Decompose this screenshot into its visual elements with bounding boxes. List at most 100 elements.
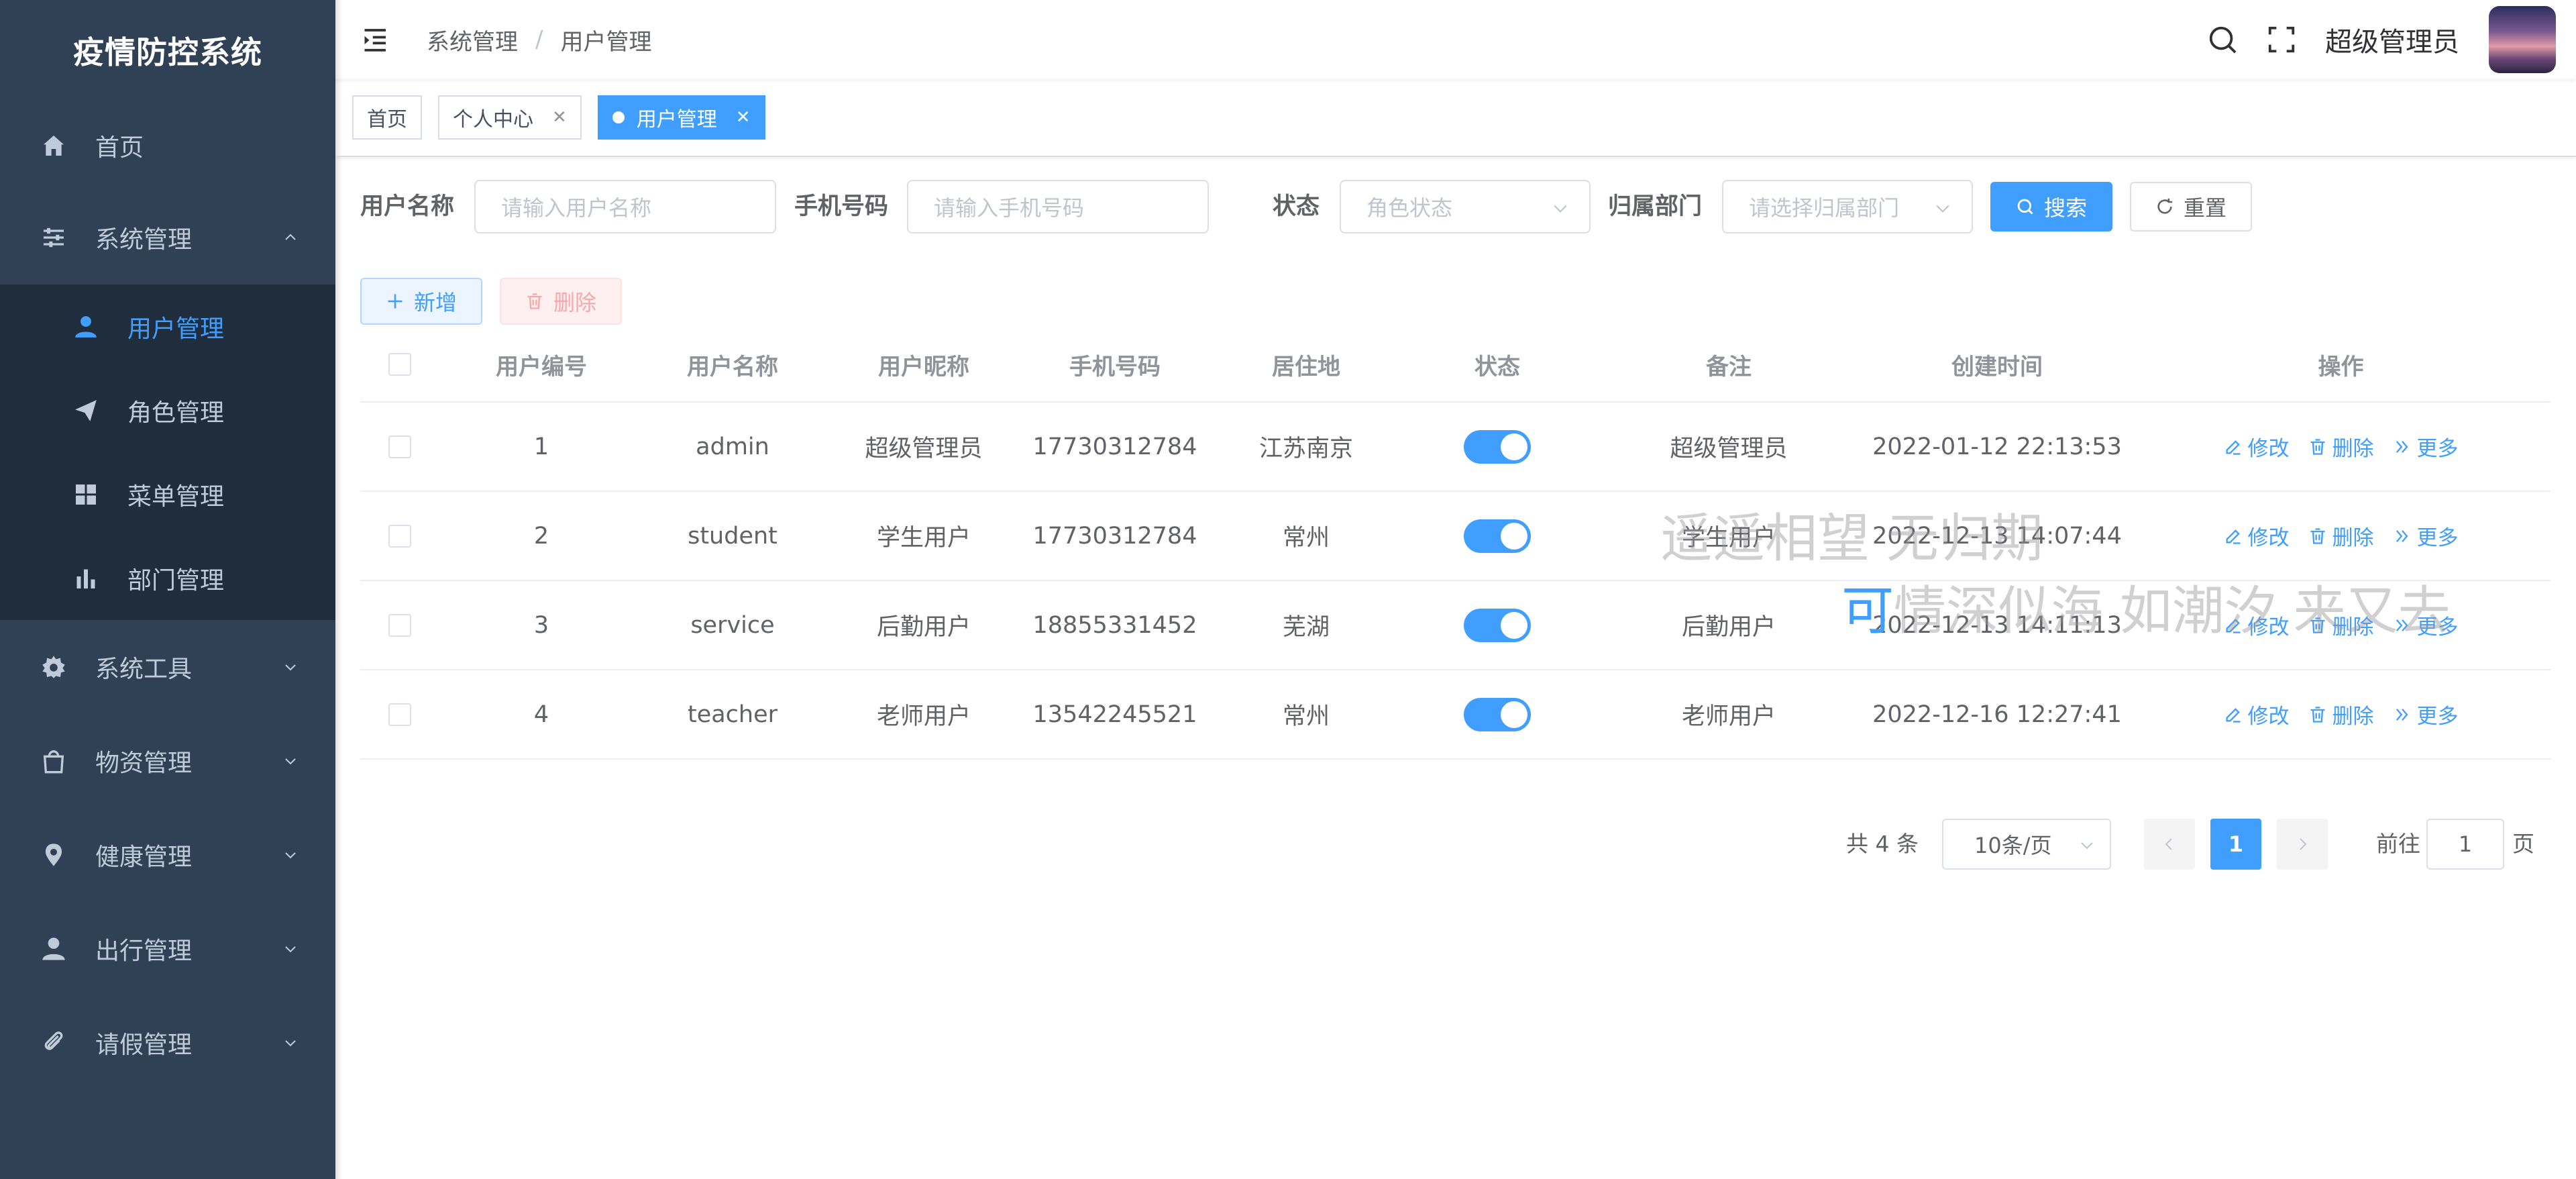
delete-link[interactable]: 删除	[2308, 610, 2374, 640]
breadcrumb-item[interactable]: 系统管理	[427, 23, 518, 56]
column-header[interactable]: 创建时间	[1863, 327, 2131, 401]
search-button[interactable]: 搜索	[1990, 182, 2112, 232]
tag-user-management[interactable]: 用户管理 ✕	[597, 95, 765, 140]
hamburger-icon[interactable]	[362, 25, 390, 54]
edit-link-label: 修改	[2247, 526, 2290, 550]
toggle-knob	[1501, 611, 1527, 639]
status-toggle[interactable]	[1464, 608, 1531, 642]
close-icon[interactable]: ✕	[736, 107, 751, 127]
column-header[interactable]: 用户昵称	[830, 327, 1018, 401]
chevron-down-icon	[285, 852, 296, 859]
sidebar-item-label: 角色管理	[127, 399, 225, 427]
cell-residence: 芜湖	[1282, 614, 1330, 641]
sidebar-item-supplies[interactable]: 物资管理	[0, 714, 335, 808]
tag-home[interactable]: 首页	[352, 95, 422, 140]
phone-search-input[interactable]: 请输入手机号码	[907, 180, 1209, 234]
username-search-input[interactable]: 请输入用户名称	[474, 180, 776, 234]
delete-link[interactable]: 删除	[2308, 521, 2374, 551]
sidebar-item-users[interactable]: 用户管理	[0, 285, 335, 368]
column-header[interactable]: 状态	[1400, 327, 1595, 401]
more-link-label: 更多	[2416, 705, 2459, 729]
delete-link[interactable]: 删除	[2308, 699, 2374, 729]
status-toggle[interactable]	[1464, 697, 1531, 731]
page-jump-input[interactable]: 1	[2426, 819, 2504, 870]
delete-button[interactable]: 删除	[500, 278, 622, 325]
add-button[interactable]: 新增	[360, 278, 482, 325]
tag-profile[interactable]: 个人中心 ✕	[438, 95, 582, 140]
pagination-total: 共 4 条	[1846, 831, 1919, 857]
sidebar-item-home[interactable]: 首页	[0, 101, 335, 191]
chevron-down-icon	[1936, 205, 1949, 213]
prev-page-button[interactable]	[2144, 819, 2195, 870]
more-link[interactable]: 更多	[2393, 699, 2459, 729]
avatar[interactable]	[2489, 6, 2556, 73]
fullscreen-icon[interactable]	[2266, 24, 2297, 55]
sidebar-item-leave[interactable]: 请假管理	[0, 996, 335, 1090]
plus-icon	[388, 294, 402, 309]
sidebar-item-tools[interactable]: 系统工具	[0, 620, 335, 714]
home-icon	[39, 131, 68, 160]
close-icon[interactable]: ✕	[552, 107, 567, 127]
sidebar-item-system[interactable]: 系统管理	[0, 191, 335, 285]
edit-icon	[2226, 618, 2240, 633]
cell-actions: 修改 删除 更多	[2131, 492, 2551, 580]
grid-icon	[72, 481, 99, 508]
column-header[interactable]: 备注	[1595, 327, 1863, 401]
status-toggle[interactable]	[1464, 519, 1531, 553]
chevron-down-icon	[285, 758, 296, 765]
username[interactable]: 超级管理员	[2325, 20, 2459, 59]
more-link[interactable]: 更多	[2393, 610, 2459, 640]
sidebar-item-roles[interactable]: 角色管理	[0, 368, 335, 452]
double-chevron-right-icon	[2396, 708, 2408, 721]
row-checkbox[interactable]	[388, 703, 411, 726]
trash-icon	[527, 293, 542, 309]
cell-username: service	[690, 611, 775, 639]
main-content: 系统管理 / 用户管理 超级管理员 首页 个人中心 ✕ 用户管理 ✕ 用户名称 …	[335, 0, 2576, 1179]
edit-link[interactable]: 修改	[2224, 610, 2290, 640]
refresh-icon	[2157, 198, 2173, 214]
tag-label: 用户管理	[636, 108, 717, 132]
double-chevron-right-icon	[2396, 440, 2408, 453]
edit-link[interactable]: 修改	[2224, 699, 2290, 729]
delete-link[interactable]: 删除	[2308, 431, 2374, 462]
page-number-button[interactable]: 1	[2210, 819, 2261, 870]
cell-created: 2022-12-13 14:11:13	[1872, 611, 2122, 639]
sidebar-item-travel[interactable]: 出行管理	[0, 902, 335, 996]
search-icon[interactable]	[2207, 24, 2238, 55]
row-checkbox[interactable]	[388, 435, 411, 458]
search-button-label: 搜索	[2043, 195, 2087, 221]
page-size-select[interactable]: 10条/页	[1942, 819, 2111, 870]
sidebar-item-departments[interactable]: 部门管理	[0, 536, 335, 620]
sidebar: 疫情防控系统 首页 系统管理 用户管理 角色管理 菜单管理 部门管理 系统工具 …	[0, 0, 342, 1179]
paper-plane-icon	[72, 397, 99, 424]
next-page-button[interactable]	[2277, 819, 2328, 870]
user-table: 用户编号 用户名称 用户昵称 手机号码 居住地 状态 备注 创建时间 操作 1 a…	[360, 327, 2551, 760]
column-header[interactable]: 用户编号	[447, 327, 635, 401]
delete-link-label: 删除	[2332, 526, 2374, 550]
row-checkbox[interactable]	[388, 524, 411, 548]
trash-icon	[2310, 617, 2324, 633]
column-header[interactable]: 居住地	[1212, 327, 1400, 401]
chevron-right-icon	[2300, 838, 2307, 850]
edit-link[interactable]: 修改	[2224, 521, 2290, 551]
sidebar-item-health[interactable]: 健康管理	[0, 808, 335, 902]
sidebar-item-label: 系统管理	[95, 226, 193, 254]
search-icon	[2017, 199, 2033, 215]
select-all-checkbox[interactable]	[388, 353, 411, 376]
status-toggle[interactable]	[1464, 429, 1531, 464]
row-checkbox[interactable]	[388, 613, 411, 637]
more-link[interactable]: 更多	[2393, 431, 2459, 462]
sidebar-item-label: 健康管理	[95, 843, 193, 871]
edit-link[interactable]: 修改	[2224, 431, 2290, 462]
department-select[interactable]: 请选择归属部门	[1722, 180, 1973, 234]
toggle-knob	[1501, 433, 1527, 460]
chevron-down-icon	[285, 1040, 296, 1047]
sidebar-item-menus[interactable]: 菜单管理	[0, 452, 335, 536]
cell-created: 2022-12-13 14:07:44	[1872, 522, 2122, 550]
reset-button[interactable]: 重置	[2130, 182, 2252, 232]
more-link[interactable]: 更多	[2393, 521, 2459, 551]
column-header[interactable]: 用户名称	[635, 327, 830, 401]
column-header[interactable]: 手机号码	[1018, 327, 1212, 401]
status-select[interactable]: 角色状态	[1340, 180, 1591, 234]
cell-remark: 后勤用户	[1681, 614, 1776, 641]
